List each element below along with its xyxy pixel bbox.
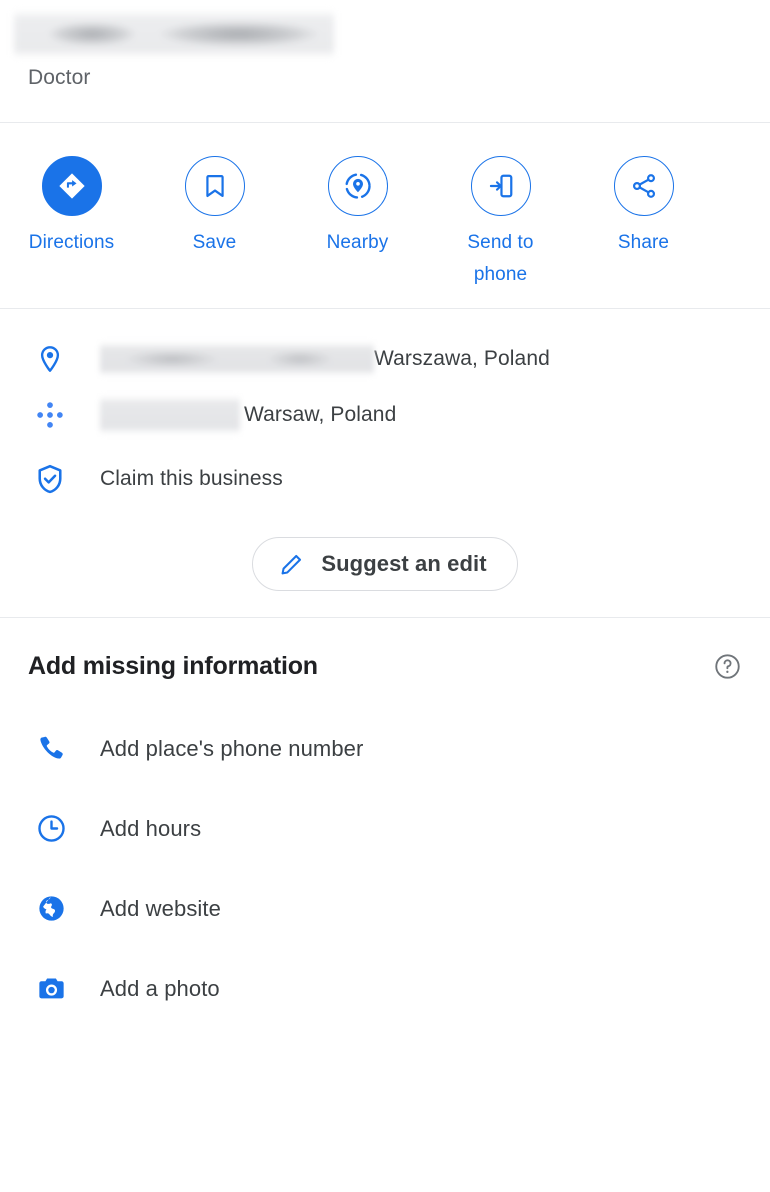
bookmark-icon: [184, 156, 245, 216]
nearby-button[interactable]: Nearby: [286, 156, 429, 259]
place-title-redacted: [14, 10, 334, 58]
place-category: Doctor: [28, 66, 91, 89]
send-to-phone-icon: [470, 156, 531, 216]
share-icon: [613, 156, 674, 216]
clock-icon: [28, 813, 74, 844]
place-details-panel: Doctor Directions Save Nearby Send to ph…: [0, 0, 770, 1192]
address-city: Warszawa, Poland: [374, 346, 550, 370]
claim-business-row[interactable]: Claim this business: [0, 451, 770, 507]
nearby-label: Nearby: [326, 232, 389, 253]
share-label: Share: [617, 232, 670, 253]
save-button[interactable]: Save: [143, 156, 286, 259]
phone-icon: [28, 733, 74, 764]
action-button-row: Directions Save Nearby Send to phone Sha…: [0, 123, 770, 291]
directions-label: Directions: [28, 232, 115, 253]
send-to-phone-button[interactable]: Send to phone: [429, 156, 572, 291]
add-missing-information-header: Add missing information: [28, 652, 742, 681]
send-to-phone-label: Send to phone: [467, 232, 534, 285]
place-header: Doctor: [0, 0, 770, 90]
add-missing-information-title: Add missing information: [28, 651, 318, 680]
location-pin-icon: [28, 344, 72, 374]
add-phone-number-row[interactable]: Add place's phone number: [28, 709, 742, 789]
globe-icon: [28, 893, 74, 924]
camera-icon: [28, 973, 74, 1004]
help-circle-icon[interactable]: [713, 652, 742, 681]
plus-code-redacted: [100, 395, 240, 434]
add-website-label: Add website: [100, 895, 221, 921]
add-hours-row[interactable]: Add hours: [28, 789, 742, 869]
save-label: Save: [192, 232, 237, 253]
share-button[interactable]: Share: [572, 156, 715, 259]
add-missing-information-section: Add missing information Add place's phon…: [0, 618, 770, 1029]
directions-icon: [41, 156, 102, 216]
directions-button[interactable]: Directions: [0, 156, 143, 259]
plus-code-city: Warsaw, Poland: [244, 402, 397, 426]
address-row[interactable]: Warszawa, Poland: [0, 331, 770, 387]
add-hours-label: Add hours: [100, 815, 202, 841]
add-phone-number-label: Add place's phone number: [100, 735, 364, 761]
add-photo-label: Add a photo: [100, 975, 220, 1001]
add-website-row[interactable]: Add website: [28, 869, 742, 949]
suggest-an-edit-label: Suggest an edit: [321, 550, 487, 576]
suggest-edit-wrap: Suggest an edit: [0, 507, 770, 617]
add-photo-row[interactable]: Add a photo: [28, 949, 742, 1029]
claim-business-label: Claim this business: [100, 466, 283, 490]
shield-check-icon: [28, 463, 72, 495]
add-missing-information-list: Add place's phone number Add hours Add w…: [28, 681, 742, 1029]
suggest-an-edit-button[interactable]: Suggest an edit: [252, 536, 518, 591]
pencil-icon: [279, 551, 305, 577]
address-redacted: [100, 341, 374, 376]
plus-code-icon: [28, 399, 72, 431]
plus-code-text: Warsaw, Poland: [100, 395, 397, 434]
address-text: Warszawa, Poland: [100, 341, 550, 376]
plus-code-row[interactable]: Warsaw, Poland: [0, 387, 770, 443]
place-info-section: Warszawa, Poland Warsaw, Poland Claim th…: [0, 309, 770, 617]
nearby-search-icon: [327, 156, 388, 216]
